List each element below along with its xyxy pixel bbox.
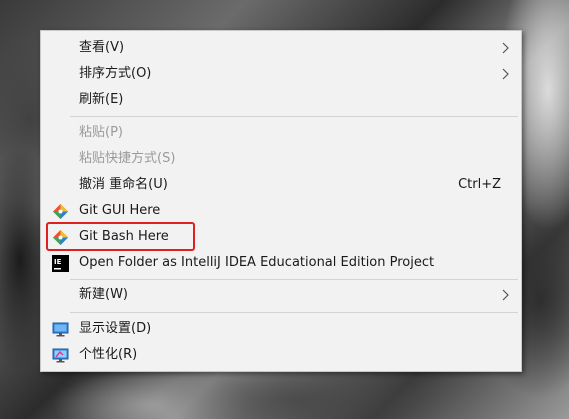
menu-item-label: 撤消 重命名(U) (79, 177, 168, 192)
menu-item-git-gui-here[interactable]: Git GUI Here (41, 199, 521, 223)
chevron-right-icon (502, 42, 509, 54)
menu-item-personalize[interactable]: 个性化(R) (41, 343, 521, 367)
menu-item-label: Git GUI Here (79, 203, 161, 218)
menu-item-new[interactable]: 新建(W) (41, 283, 521, 307)
intellij-idea-icon: IE (52, 255, 69, 272)
keyboard-shortcut: Ctrl+Z (458, 177, 501, 192)
menu-item-label: 刷新(E) (79, 92, 124, 107)
menu-item-view[interactable]: 查看(V) (41, 36, 521, 60)
chevron-right-icon (502, 289, 509, 301)
menu-separator (70, 279, 518, 280)
menu-item-open-folder-intellij[interactable]: IE Open Folder as IntelliJ IDEA Educatio… (41, 251, 521, 275)
svg-text:IE: IE (54, 258, 62, 266)
menu-item-label: 排序方式(O) (79, 66, 152, 81)
menu-item-undo-rename[interactable]: 撤消 重命名(U) Ctrl+Z (41, 173, 521, 197)
display-settings-icon (52, 322, 69, 337)
menu-item-paste-shortcut: 粘贴快捷方式(S) (41, 147, 521, 171)
highlight-annotation-box (46, 222, 195, 251)
menu-item-display-settings[interactable]: 显示设置(D) (41, 317, 521, 341)
menu-separator (70, 312, 518, 313)
menu-item-label: 粘贴快捷方式(S) (79, 151, 176, 166)
git-gui-icon (53, 204, 68, 219)
menu-item-paste: 粘贴(P) (41, 121, 521, 145)
menu-item-label: 粘贴(P) (79, 125, 123, 140)
chevron-right-icon (502, 68, 509, 80)
personalize-icon (52, 348, 69, 363)
menu-item-label: Open Folder as IntelliJ IDEA Educational… (79, 255, 435, 270)
menu-item-refresh[interactable]: 刷新(E) (41, 88, 521, 112)
menu-item-label: 查看(V) (79, 40, 125, 55)
desktop-context-menu: 查看(V) 排序方式(O) 刷新(E) 粘贴(P) 粘贴快捷方式(S) 撤消 重… (40, 30, 522, 372)
menu-item-label: 新建(W) (79, 287, 128, 302)
menu-item-label: 个性化(R) (79, 347, 138, 362)
menu-item-label: 显示设置(D) (79, 321, 152, 336)
menu-separator (70, 116, 518, 117)
menu-item-sort-by[interactable]: 排序方式(O) (41, 62, 521, 86)
